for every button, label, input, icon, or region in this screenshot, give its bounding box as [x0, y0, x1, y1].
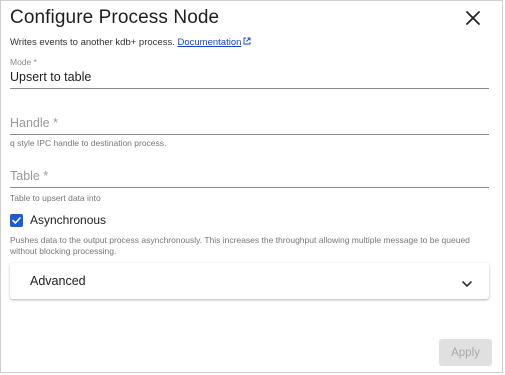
mode-select[interactable]: Mode * Upsert to table	[10, 57, 489, 89]
asynchronous-checkbox[interactable]	[10, 213, 23, 227]
handle-underline	[10, 134, 489, 135]
configure-process-dialog: Configure Process Node Writes events to …	[0, 0, 503, 373]
asynchronous-helper-text: Pushes data to the output process asynch…	[10, 235, 470, 256]
dialog-title: Configure Process Node	[10, 7, 220, 28]
mode-underline	[10, 88, 489, 89]
table-underline	[10, 187, 489, 188]
asynchronous-label: Asynchronous	[30, 213, 107, 227]
asynchronous-checkbox-row[interactable]: Asynchronous	[10, 213, 106, 227]
handle-field[interactable]: Handle *	[10, 116, 489, 135]
close-button[interactable]	[464, 9, 482, 27]
documentation-link[interactable]: Documentation	[177, 37, 241, 48]
table-helper-text: Table to upsert data into	[10, 193, 101, 203]
table-placeholder: Table *	[10, 169, 49, 183]
description-text: Writes events to another kdb+ process.	[10, 37, 175, 49]
close-icon	[466, 11, 480, 25]
handle-placeholder: Handle *	[10, 116, 58, 130]
mode-value: Upsert to table	[10, 70, 92, 84]
external-link-icon[interactable]	[243, 37, 251, 48]
advanced-label: Advanced	[30, 274, 86, 288]
apply-button[interactable]: Apply	[439, 339, 492, 366]
mode-label: Mode *	[10, 57, 37, 67]
table-field[interactable]: Table *	[10, 169, 489, 188]
dialog-description: Writes events to another kdb+ process. D…	[10, 37, 251, 48]
chevron-down-icon	[461, 276, 473, 294]
advanced-expander[interactable]: Advanced	[10, 263, 489, 299]
check-icon	[12, 216, 21, 224]
handle-helper-text: q style IPC handle to destination proces…	[10, 138, 167, 148]
